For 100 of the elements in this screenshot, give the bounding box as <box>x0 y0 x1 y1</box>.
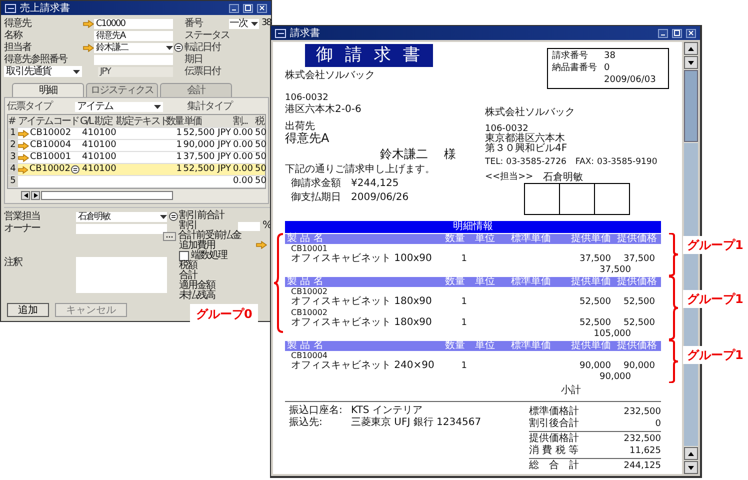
left-arrow-icon <box>24 193 28 198</box>
up-arrow-icon <box>688 46 694 50</box>
action-button[interactable]: 追加 <box>7 303 49 317</box>
arrow-icon[interactable] <box>18 166 28 174</box>
quantity: 1 <box>460 296 468 308</box>
field-label: 転記日付 <box>184 42 222 53</box>
list-icon[interactable] <box>168 212 178 221</box>
input-field[interactable] <box>238 222 260 230</box>
scroll-up-button[interactable] <box>684 447 698 460</box>
field-label: 割引 <box>179 221 197 231</box>
label: 御請求金額 <box>291 178 341 189</box>
total-value: 232,500 <box>624 433 661 445</box>
column-header: 単価 <box>184 116 203 126</box>
down-arrow-icon <box>688 466 694 470</box>
info-label: 請求番号 <box>552 51 589 62</box>
arrow-icon[interactable] <box>18 142 29 150</box>
table-cell: 1 <box>176 164 182 175</box>
tab[interactable]: ロジスティクス <box>86 83 158 97</box>
minimize-button[interactable] <box>658 28 668 38</box>
column-header: 勘定テキスト <box>116 116 166 126</box>
dropdown[interactable]: 石倉明敏 <box>76 212 167 222</box>
scroll-right-button[interactable] <box>31 191 40 200</box>
more-button[interactable] <box>163 232 176 240</box>
stamp-box <box>594 183 630 215</box>
tab[interactable]: 会計 <box>160 83 232 97</box>
close-button[interactable] <box>257 4 267 12</box>
table-row[interactable]: 5 0.00 50 <box>8 176 265 188</box>
address: 第３０興和ビル4F <box>485 144 568 154</box>
field-label: 営業担当 <box>4 211 41 222</box>
scrollbar-thumb[interactable] <box>684 70 698 142</box>
scroll-left-button[interactable] <box>21 191 30 200</box>
label: 振込口座名: <box>289 405 344 416</box>
scroll-up-button[interactable] <box>684 42 698 55</box>
action-button[interactable]: キャンセル <box>55 303 127 317</box>
arrow-icon[interactable] <box>82 44 94 52</box>
field-label: 期日 <box>184 54 204 65</box>
annotation-label: グループ0 <box>190 304 258 324</box>
table-cell: 0.00 <box>232 140 253 151</box>
arrow-icon[interactable] <box>18 154 29 162</box>
table-cell-text: 410100 <box>82 128 118 139</box>
dropdown[interactable]: 一次 <box>228 18 259 28</box>
due-date: 2009/06/26 <box>351 192 409 203</box>
table-cell-text: 410100 <box>82 152 118 163</box>
input-field[interactable] <box>76 224 167 234</box>
window-title: 請求書 <box>290 26 321 40</box>
input-field[interactable]: C10000 <box>94 18 173 28</box>
input-field[interactable] <box>94 54 173 64</box>
stamp-box <box>524 183 560 215</box>
maximize-button[interactable] <box>243 4 253 12</box>
close-button[interactable] <box>686 28 696 38</box>
column-header: 割... <box>233 116 249 126</box>
close-icon <box>688 30 694 36</box>
maximize-icon <box>674 30 680 36</box>
caret-icon <box>154 104 161 108</box>
table-cell: 50 <box>255 176 266 187</box>
column-header: 数量 <box>166 116 184 126</box>
field-label: 合計前受前払金 <box>178 231 241 241</box>
list-icon[interactable] <box>174 43 184 52</box>
table-row[interactable]: 2 CB10004 410100 1 90,000 JPY 0.00 50 <box>8 140 265 152</box>
field-label: 税額 <box>179 261 197 271</box>
company-name: 株式会社ソルバック <box>285 70 376 81</box>
input-field[interactable]: 得意先A <box>94 30 173 40</box>
label: 御支払期日 <box>291 192 341 203</box>
price: 52,500 <box>622 296 656 308</box>
tab[interactable]: 明細 <box>12 83 84 97</box>
scroll-down-button[interactable] <box>684 461 698 474</box>
table-cell: 0.00 <box>232 152 253 163</box>
arrow-icon[interactable] <box>18 130 29 138</box>
maximize-button[interactable] <box>672 28 682 38</box>
dropdown[interactable]: 取引先通貨 <box>4 66 82 77</box>
column-header: アイテムコード <box>18 116 80 126</box>
dropdown[interactable]: 鈴木謙二 <box>94 42 173 52</box>
address: 東京都港区六本木 <box>485 134 565 144</box>
price: 52,500 <box>622 317 656 329</box>
field-label: 合計 <box>179 271 197 281</box>
subtotal: 37,500 <box>598 265 632 275</box>
dropdown[interactable]: アイテム <box>75 102 163 112</box>
caret-icon <box>166 46 173 50</box>
item-name: オフィスキャビネット 180x90 <box>290 317 433 329</box>
quantity: 1 <box>460 253 468 265</box>
info-value: 38 <box>604 51 616 62</box>
checkbox[interactable] <box>179 251 189 261</box>
customer-name: 得意先A <box>285 132 330 145</box>
message: 下記の通りご請求申し上げます。 <box>285 164 436 175</box>
up-arrow-icon <box>688 452 694 456</box>
item-code: CB10002 <box>290 287 329 296</box>
scroll-down-button[interactable] <box>684 56 698 69</box>
arrow-icon[interactable] <box>82 20 94 28</box>
arrow-icon[interactable] <box>256 240 267 248</box>
table-row[interactable]: 1 CB10002 410100 1 52,500 JPY 0.00 50 <box>8 128 265 140</box>
table-row[interactable]: 4 CB10002 410100 1 52,500 JPY 0.00 50 <box>8 164 265 176</box>
staff-name: 石倉明敏 <box>543 172 584 183</box>
label: FAX: <box>575 157 594 168</box>
window-title: 売上請求書 <box>20 2 71 15</box>
table-cell: 52,500 JPY <box>183 128 231 139</box>
row-number: 2 <box>8 140 18 151</box>
table-cell: 0.00 <box>232 164 253 175</box>
info-value: 0 <box>604 63 611 74</box>
minimize-button[interactable] <box>229 4 239 12</box>
list-icon[interactable] <box>71 165 80 174</box>
